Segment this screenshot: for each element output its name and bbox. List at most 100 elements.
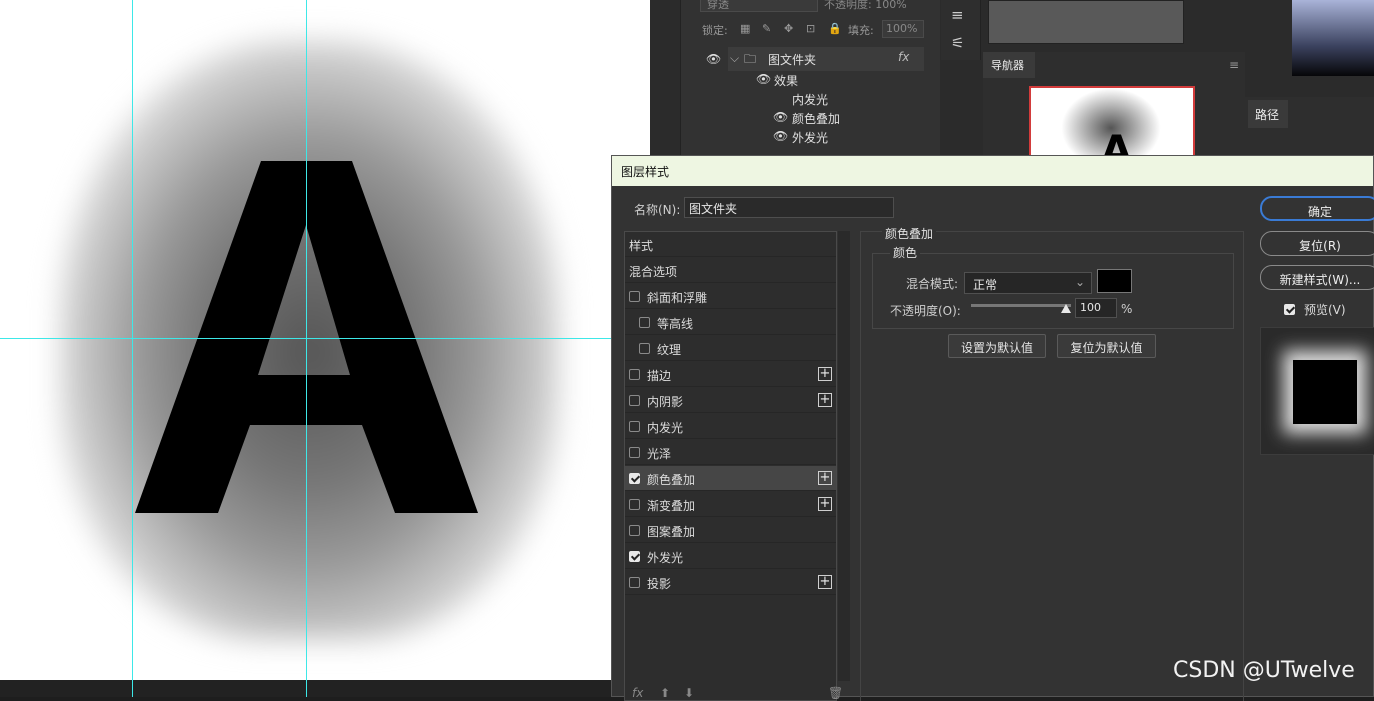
style-checkbox[interactable] (639, 343, 650, 354)
lock-all-icon[interactable]: 🔒 (828, 22, 842, 35)
visibility-eye-icon[interactable]: 👁 (773, 110, 788, 129)
style-item-label: 外发光 (647, 551, 684, 565)
style-item[interactable]: 等高线 (625, 310, 836, 335)
layer-opacity[interactable]: 不透明度: 100% (824, 0, 907, 12)
visibility-eye-icon[interactable]: 👁 (706, 52, 721, 71)
style-item[interactable]: 纹理 (625, 336, 836, 361)
navigator-panel: 导航器 ≡ A (983, 52, 1245, 166)
lock-move-icon[interactable]: ✥ (784, 22, 793, 35)
style-checkbox[interactable] (629, 473, 640, 484)
add-icon[interactable]: + (818, 575, 832, 589)
lock-transparent-icon[interactable]: ▦ (740, 22, 750, 35)
style-checkbox[interactable] (629, 577, 640, 588)
style-checkbox[interactable] (639, 317, 650, 328)
style-item-label: 内发光 (647, 421, 684, 435)
effect-inner-glow[interactable]: 内发光 (792, 91, 828, 110)
blend-mode-label: 混合模式: (906, 277, 959, 291)
lock-artboard-icon[interactable]: ⊡ (806, 22, 815, 35)
style-checkbox[interactable] (629, 447, 640, 458)
style-checkbox[interactable] (629, 525, 640, 536)
reset-button[interactable]: 复位(R) (1260, 231, 1374, 256)
new-style-button[interactable]: 新建样式(W)... (1260, 265, 1374, 290)
lock-label: 锁定: (702, 24, 728, 37)
sliders-icon[interactable]: ⚟ (951, 34, 964, 52)
style-checkbox[interactable] (629, 291, 640, 302)
set-default-button[interactable]: 设置为默认值 (948, 334, 1046, 358)
style-checkbox[interactable] (629, 551, 640, 562)
folder-name: 图文件夹 (768, 53, 817, 67)
visibility-eye-icon[interactable]: 👁 (773, 129, 788, 148)
opacity-input[interactable]: 100 (1075, 298, 1117, 318)
style-checkbox[interactable] (629, 395, 640, 406)
style-preview (1260, 327, 1374, 455)
style-item[interactable]: 图案叠加 (625, 518, 836, 543)
guide-horizontal[interactable] (0, 338, 612, 339)
guide-vertical[interactable] (132, 0, 133, 697)
style-item-label: 渐变叠加 (647, 499, 696, 513)
fill-label: 填充: (848, 24, 874, 37)
style-item[interactable]: 外发光 (625, 544, 836, 569)
histogram (988, 0, 1184, 44)
visibility-eye-icon[interactable]: 👁 (756, 72, 771, 91)
style-item-label: 混合选项 (629, 265, 678, 279)
tab-paths[interactable]: 路径 (1248, 100, 1288, 128)
lock-row: 锁定: ▦ ✎ ✥ ⊡ 🔒 填充: 100% (702, 20, 938, 40)
style-item[interactable]: 投影 + (625, 570, 836, 595)
opacity-slider-thumb[interactable] (1061, 304, 1071, 313)
vertical-toolbar: ≡ ⚟ (941, 0, 981, 60)
style-item[interactable]: 斜面和浮雕 (625, 284, 836, 309)
style-checkbox[interactable] (629, 369, 640, 380)
opacity-unit: % (1121, 302, 1133, 316)
overlay-color-swatch[interactable] (1097, 269, 1132, 293)
style-item-label: 样式 (629, 239, 654, 253)
add-icon[interactable]: + (818, 497, 832, 511)
ok-button[interactable]: 确定 (1260, 196, 1374, 221)
opacity-slider[interactable] (971, 304, 1071, 307)
lock-brush-icon[interactable]: ✎ (762, 22, 771, 35)
blend-mode-value: 正常 (973, 278, 998, 292)
move-up-icon[interactable]: ⬆ (660, 686, 670, 700)
move-down-icon[interactable]: ⬇ (684, 686, 694, 700)
document-canvas[interactable] (0, 0, 650, 680)
style-item[interactable]: 描边 + (625, 362, 836, 387)
style-item[interactable]: 混合选项 (625, 258, 836, 283)
fx-icon[interactable]: fx (632, 686, 643, 700)
chevron-down-icon[interactable]: ⌵ (730, 51, 739, 70)
section-title: 颜色叠加 (882, 225, 937, 242)
style-item[interactable]: 内阴影 + (625, 388, 836, 413)
layer-blend-select[interactable]: 穿透 (700, 0, 818, 12)
style-item[interactable]: 渐变叠加 + (625, 492, 836, 517)
brush-settings-icon[interactable]: ≡ (951, 6, 964, 24)
style-item[interactable]: 颜色叠加 + (625, 466, 836, 491)
style-item-label: 图案叠加 (647, 525, 696, 539)
color-picker-gradient[interactable] (1292, 0, 1374, 76)
style-list-scrollbar[interactable] (838, 231, 850, 681)
guide-vertical[interactable] (306, 0, 307, 697)
style-item[interactable]: 光泽 (625, 440, 836, 465)
dialog-title: 图层样式 (612, 156, 1373, 186)
navigator-thumbnail[interactable]: A (1029, 86, 1195, 166)
preview-checkbox[interactable] (1284, 304, 1295, 315)
style-item[interactable]: 内发光 (625, 414, 836, 439)
add-icon[interactable]: + (818, 393, 832, 407)
layer-folder-row[interactable] (728, 47, 924, 71)
style-item-label: 投影 (647, 577, 672, 591)
effect-outer-glow[interactable]: 外发光 (792, 129, 828, 148)
style-checkbox[interactable] (629, 499, 640, 510)
effect-color-overlay[interactable]: 颜色叠加 (792, 110, 840, 129)
add-icon[interactable]: + (818, 471, 832, 485)
blend-mode-select[interactable]: 正常 ⌄ (964, 272, 1092, 294)
preview-label: 预览(V) (1304, 303, 1346, 317)
style-item-label: 纹理 (657, 343, 682, 357)
style-checkbox[interactable] (629, 421, 640, 432)
panel-menu-icon[interactable]: ≡ (1229, 58, 1239, 72)
trash-icon[interactable]: 🗑 (828, 686, 843, 700)
name-input[interactable]: 图文件夹 (684, 197, 894, 218)
style-item[interactable]: 样式 (625, 232, 836, 257)
reset-default-button[interactable]: 复位为默认值 (1057, 334, 1156, 358)
tab-navigator[interactable]: 导航器 (983, 52, 1035, 78)
add-icon[interactable]: + (818, 367, 832, 381)
fx-icon[interactable]: fx (898, 50, 909, 69)
name-label: 名称(N): (634, 203, 681, 217)
fill-input[interactable]: 100% (882, 20, 924, 38)
